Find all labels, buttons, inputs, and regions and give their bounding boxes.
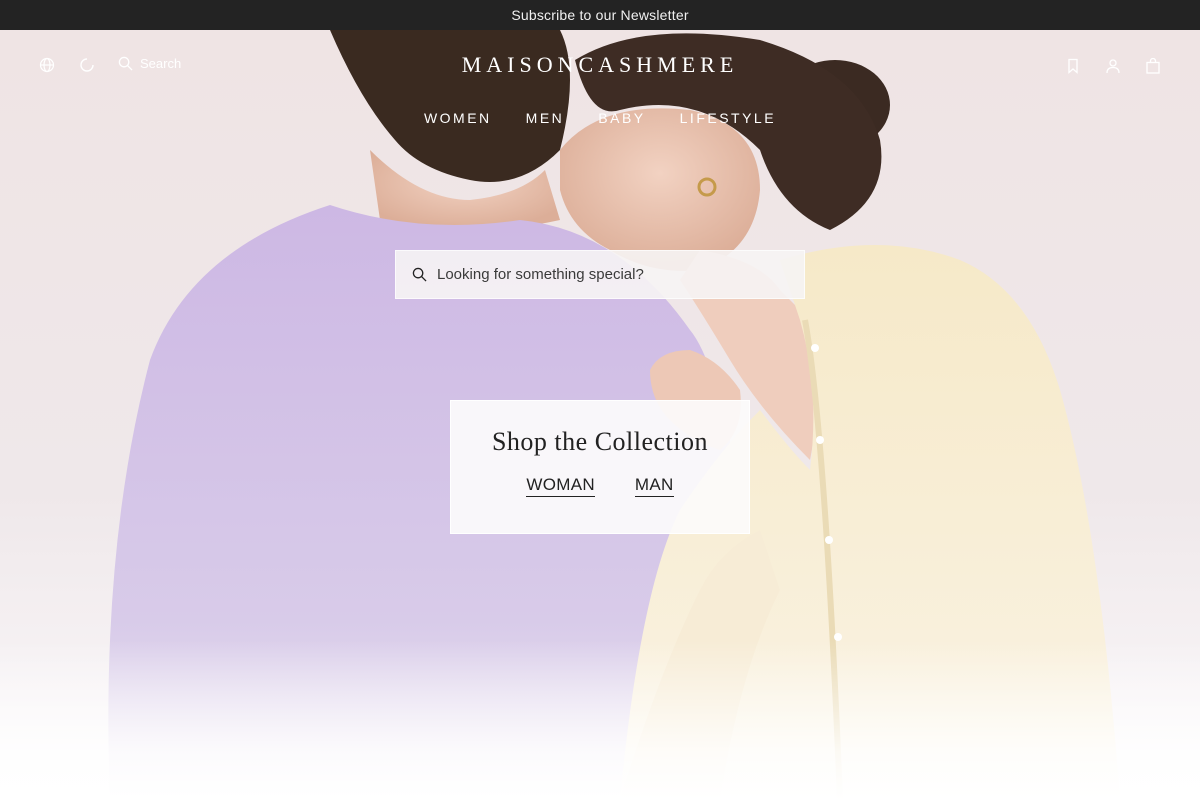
nav-item-men[interactable]: MEN (526, 110, 565, 126)
newsletter-link[interactable]: Subscribe to our Newsletter (511, 7, 688, 23)
nav-item-lifestyle[interactable]: LIFESTYLE (680, 110, 776, 126)
hero-search-box[interactable] (395, 250, 805, 299)
hero-search-input[interactable] (437, 266, 777, 283)
bookmark-icon[interactable] (1064, 57, 1082, 75)
shop-collection-card: Shop the Collection WOMAN MAN (450, 400, 750, 534)
announcement-bar[interactable]: Subscribe to our Newsletter (0, 0, 1200, 30)
shopping-bag-icon[interactable] (1144, 57, 1162, 75)
collection-title: Shop the Collection (491, 427, 709, 456)
nav-item-baby[interactable]: BABY (598, 110, 645, 126)
shop-woman-link[interactable]: WOMAN (526, 475, 595, 497)
search-icon (412, 267, 427, 282)
shop-man-link[interactable]: MAN (634, 475, 674, 497)
collection-links: WOMAN MAN (451, 475, 749, 497)
hero-fade (0, 640, 1200, 800)
nav-item-women[interactable]: WOMEN (424, 110, 492, 126)
brand-logo[interactable]: MAISONCASHMERE (0, 52, 1200, 78)
header-utility-right (1064, 57, 1162, 75)
user-icon[interactable] (1104, 57, 1122, 75)
main-navigation: WOMEN MEN BABY LIFESTYLE (0, 110, 1200, 126)
